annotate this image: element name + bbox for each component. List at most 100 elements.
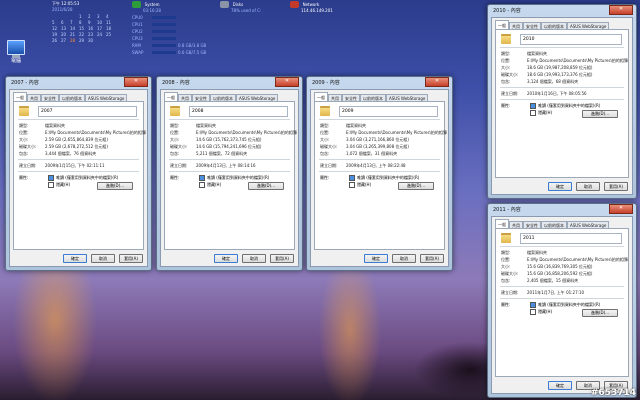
apply-button[interactable]: 套用(A): [420, 254, 444, 263]
readonly-checkbox[interactable]: 唯讀 (僅套用到資料夾中的檔案)(R): [349, 175, 419, 181]
properties-window[interactable]: 2008 - 內容 ✕ 一般 共用 安全性 以前的版本 ASUS WebStorage …: [156, 76, 303, 271]
advanced-button[interactable]: 進階(D)...: [248, 182, 284, 190]
location-value: E:\My Documents\Documents\My Pictures\拍的…: [196, 130, 297, 135]
location-label: 位置:: [320, 130, 330, 135]
hidden-checkbox[interactable]: 隱藏(H): [349, 182, 371, 188]
title-bar[interactable]: 2009 - 內容 ✕: [307, 77, 452, 88]
clock-date: 2011/6/28: [52, 7, 73, 12]
properties-window[interactable]: 2009 - 內容 ✕ 一般 共用 安全性 以前的版本 ASUS WebStorage …: [306, 76, 453, 271]
folder-name-field[interactable]: 2009: [339, 106, 438, 117]
cancel-button[interactable]: 取消: [392, 254, 416, 263]
hidden-checkbox[interactable]: 隱藏(H): [199, 182, 221, 188]
advanced-button[interactable]: 進階(D)...: [398, 182, 434, 190]
location-row: 位置: E:\My Documents\Documents\My Pictures…: [501, 58, 628, 64]
window-title: 2009 - 內容: [312, 80, 340, 86]
contains-row: 包含: 3,444 個檔案，76 個資料夾: [19, 151, 96, 157]
calendar-day: [61, 14, 70, 19]
calendar-day: 24: [97, 32, 103, 37]
calendar-day: 19: [52, 32, 58, 37]
properties-window[interactable]: 2011 - 內容 ✕ 一般 共用 安全性 以前的版本 ASUS WebStorage …: [487, 203, 637, 398]
calendar-day: 13: [61, 26, 67, 31]
network-gadget[interactable]: Network 114.46.149.201: [290, 1, 360, 14]
readonly-checkbox[interactable]: 唯讀 (僅套用到資料夾中的檔案)(R): [199, 175, 269, 181]
calendar-day: [106, 38, 115, 43]
title-bar[interactable]: 2007 - 內容 ✕: [6, 77, 151, 88]
desktop-icon-computer[interactable]: 電腦: [4, 40, 28, 64]
size-label: 大小:: [19, 137, 29, 142]
location-label: 位置:: [19, 130, 29, 135]
cancel-button[interactable]: 取消: [576, 182, 600, 191]
hidden-checkbox[interactable]: 隱藏(H): [530, 110, 552, 116]
calendar-day: 26: [52, 38, 58, 43]
ok-button[interactable]: 確定: [364, 254, 388, 263]
system-row-label: RAM: [132, 43, 141, 48]
disks-gadget[interactable]: Disks 78% used of C:: [220, 1, 290, 14]
cancel-button[interactable]: 取消: [242, 254, 266, 263]
advanced-button[interactable]: 進階(D)...: [97, 182, 133, 190]
close-button[interactable]: ✕: [609, 5, 633, 15]
calendar-day: 5: [52, 20, 55, 25]
hidden-checkbox[interactable]: 隱藏(H): [530, 309, 552, 315]
size-value: 14.6 GB (15,762,373,745 位元組): [196, 137, 262, 142]
created-value: 2011年1月7日, 上午 01:27:10: [527, 290, 585, 295]
window-title: 2010 - 內容: [493, 8, 521, 14]
divider: [500, 47, 624, 48]
properties-window[interactable]: 2007 - 內容 ✕ 一般 共用 安全性 以前的版本 ASUS WebStorage …: [5, 76, 152, 271]
size-label: 大小:: [170, 137, 180, 142]
system-gadget[interactable]: System 03:16:28 CPU0 CPU1 CPU2 CPU3 RAM 0.8 G…: [132, 1, 232, 56]
properties-window[interactable]: 2010 - 內容 ✕ 一般 共用 安全性 以前的版本 ASUS WebStorage …: [487, 4, 637, 199]
location-value: E:\My Documents\Documents\My Pictures\拍的…: [527, 58, 628, 63]
ok-button[interactable]: 確定: [548, 182, 572, 191]
system-row: CPU1: [132, 22, 232, 28]
tab-strip: 一般 共用 安全性 以前的版本 ASUS WebStorage: [495, 20, 629, 30]
readonly-checkbox[interactable]: 唯讀 (僅套用到資料夾中的檔案)(R): [530, 103, 600, 109]
close-button[interactable]: ✕: [609, 204, 633, 214]
window-title: 2007 - 內容: [11, 80, 39, 86]
clock-gadget[interactable]: 下午 12:05:53 2011/6/28: [52, 1, 79, 13]
size-on-disk-value: 18.6 GB (19,993,173,376 位元組): [527, 72, 593, 77]
checkbox-icon: [199, 182, 205, 188]
created-value: 2009年1月15日, 下午 02:11:11: [45, 163, 105, 168]
system-row-bar: [152, 51, 176, 54]
advanced-button[interactable]: 進階(D)...: [582, 110, 618, 118]
dialog-client: 一般 共用 安全性 以前的版本 ASUS WebStorage 2007 類型: 檔案資料…: [9, 89, 148, 267]
checkbox-icon: [530, 110, 536, 116]
calendar-day: 7: [70, 20, 73, 25]
close-button[interactable]: ✕: [275, 77, 299, 87]
close-button[interactable]: ✕: [124, 77, 148, 87]
apply-button[interactable]: 套用(A): [604, 182, 628, 191]
created-row: 建立日期: 2009年1月15日, 下午 02:11:11: [19, 163, 105, 169]
ok-button[interactable]: 確定: [214, 254, 238, 263]
apply-button[interactable]: 套用(A): [119, 254, 143, 263]
clock-time: 下午 12:05:53: [52, 1, 80, 6]
location-row: 位置: E:\My Documents\Documents\My Pictures…: [170, 130, 297, 136]
readonly-checkbox[interactable]: 唯讀 (僅套用到資料夾中的檔案)(R): [48, 175, 118, 181]
created-row: 建立日期: 2009年4月13日, 上午 08:22:48: [320, 163, 406, 169]
size-value: 18.6 GB (19,987,208,859 位元組): [527, 65, 593, 70]
ok-button[interactable]: 確定: [63, 254, 87, 263]
attributes-label: 屬性:: [501, 103, 511, 108]
readonly-checkbox[interactable]: 唯讀 (僅套用到資料夾中的檔案)(R): [530, 302, 600, 308]
system-row-label: CPU2: [132, 29, 143, 34]
type-label: 類型:: [19, 123, 29, 128]
location-row: 位置: E:\My Documents\Documents\My Pictures…: [501, 257, 628, 263]
calendar-gadget[interactable]: 1 2 3 4 5 6 7 8 9 10 11 12 13 14 15 16 17 18 19 20 21 22 23 24 2…: [52, 14, 120, 43]
apply-button[interactable]: 套用(A): [270, 254, 294, 263]
folder-name-field[interactable]: 2010: [520, 34, 622, 45]
folder-name-field[interactable]: 2007: [38, 106, 137, 117]
created-label: 建立日期:: [170, 163, 188, 168]
system-row-label: CPU0: [132, 15, 143, 20]
folder-name-field[interactable]: 2008: [189, 106, 288, 117]
cancel-button[interactable]: 取消: [91, 254, 115, 263]
readonly-label: 唯讀 (僅套用到資料夾中的檔案)(R): [538, 103, 601, 108]
close-button[interactable]: ✕: [425, 77, 449, 87]
advanced-button[interactable]: 進階(D)...: [582, 309, 618, 317]
folder-name-field[interactable]: 2011: [520, 233, 622, 244]
title-bar[interactable]: 2010 - 內容 ✕: [488, 5, 636, 16]
title-bar[interactable]: 2008 - 內容 ✕: [157, 77, 302, 88]
title-bar[interactable]: 2011 - 內容 ✕: [488, 204, 636, 215]
size-value: 3.04 GB (3,271,166,860 位元組): [346, 137, 409, 142]
ok-button[interactable]: 確定: [548, 381, 572, 390]
size-on-disk-value: 2.59 GB (2,678,272,512 位元組): [45, 144, 108, 149]
hidden-checkbox[interactable]: 隱藏(H): [48, 182, 70, 188]
